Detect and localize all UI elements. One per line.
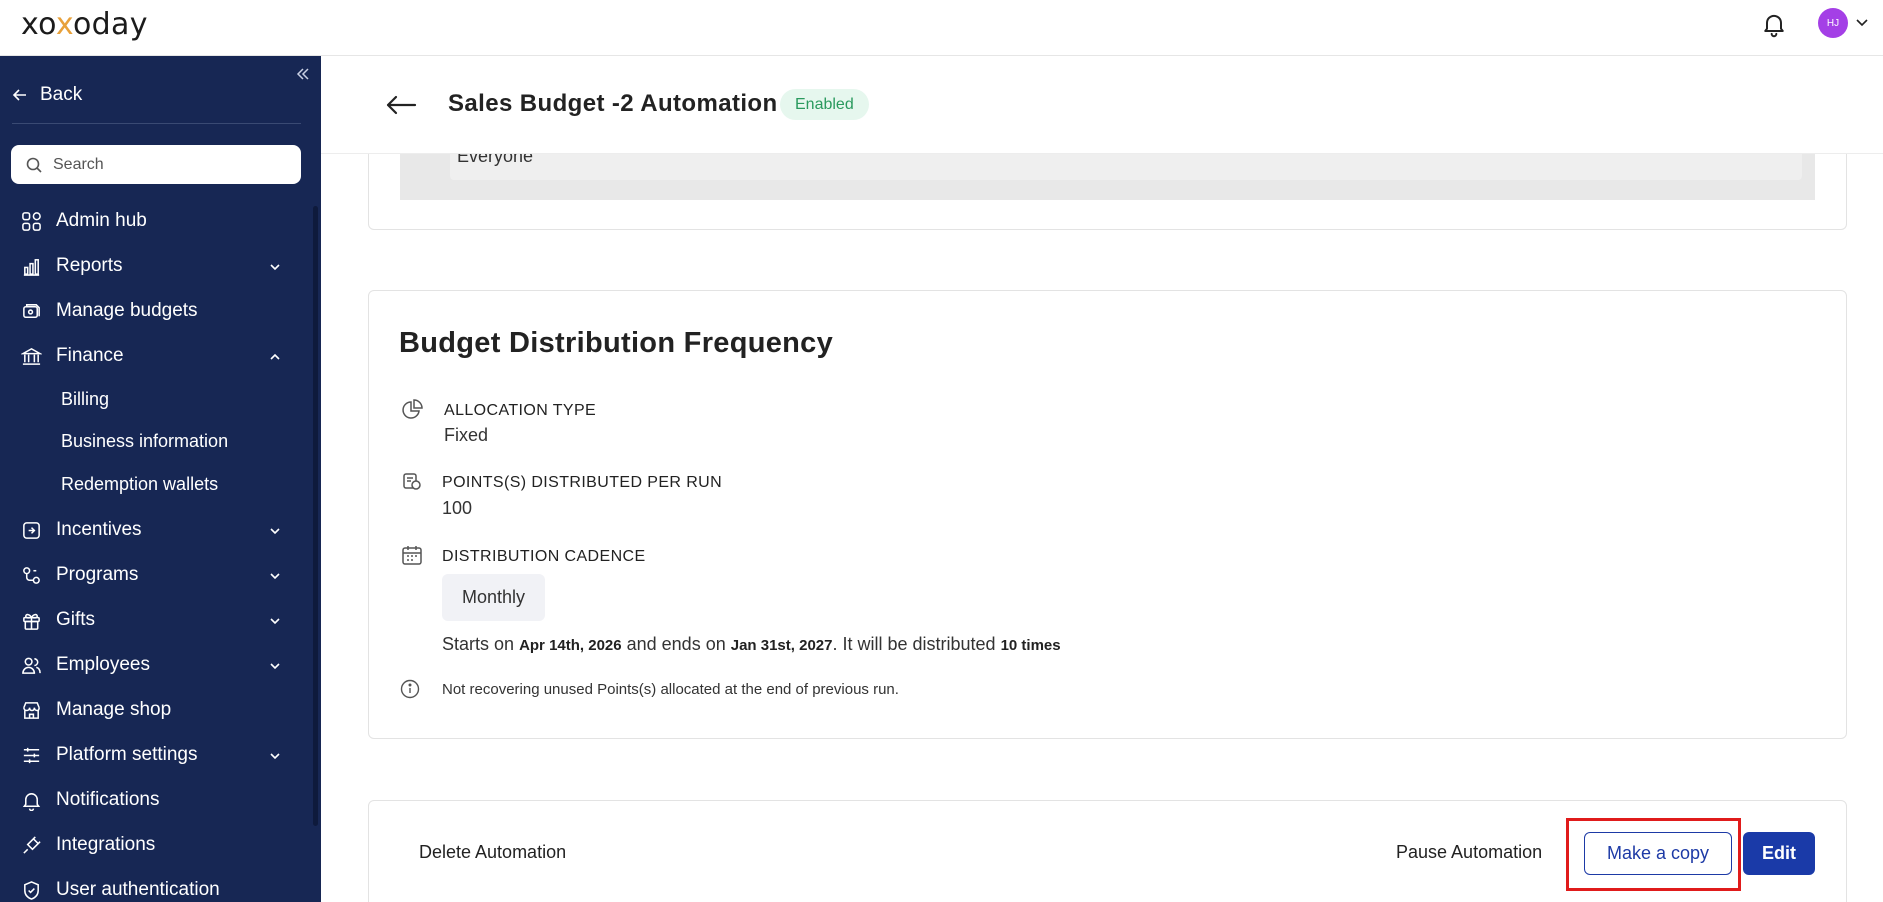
arrow-left-icon [12,89,26,101]
distribution-frequency-card: Budget Distribution Frequency ALLOCATION… [368,290,1847,739]
chevron-up-icon [270,353,280,360]
make-a-copy-button[interactable]: Make a copy [1584,832,1732,875]
sidebar-scrollbar[interactable] [313,206,318,826]
points-per-run-label: POINTS(S) DISTRIBUTED PER RUN [442,474,723,491]
sidebar-item-label: Incentives [56,519,142,540]
sidebar-item-programs[interactable]: Programs [0,555,300,595]
search-icon [26,157,42,173]
points-per-run-value: 100 [442,498,473,518]
collapse-sidebar-icon[interactable] [294,65,312,83]
notification-bell-icon[interactable] [1760,10,1788,38]
chevron-down-icon [270,528,280,535]
allocation-type-value: Fixed [444,425,489,445]
sidebar-item-platform-settings[interactable]: Platform settings [0,735,300,775]
sidebar-item-label: Programs [56,564,139,585]
chevron-down-icon[interactable] [1854,14,1870,30]
dates-suffix: . It will be distributed [832,634,996,654]
chevron-down-icon [270,618,280,625]
edit-button[interactable]: Edit [1743,832,1815,875]
end-date: Jan 31st, 2027 [730,637,833,654]
sidebar-subitem-redemption-wallets[interactable]: Redemption wallets [61,474,218,495]
sidebar-item-gifts[interactable]: Gifts [0,600,300,640]
info-icon [400,679,420,699]
sidebar-item-integrations[interactable]: Integrations [0,825,300,865]
sidebar-item-manage-budgets[interactable]: Manage budgets [0,291,300,331]
chevron-down-icon [270,264,280,271]
audience-card: Everyone [368,150,1847,230]
dates-prefix: Starts on [442,634,515,654]
sidebar-item-label: Employees [56,654,150,675]
gift-icon [23,613,40,630]
back-link[interactable]: Back [12,78,82,112]
sidebar-item-label: Gifts [56,609,96,630]
audience-value-box: Everyone [450,154,1802,180]
recovery-note: Not recovering unused Points(s) allocate… [442,681,899,698]
sidebar-item-label: Manage shop [56,699,172,720]
shield-icon [24,881,39,900]
xoxoday-logo[interactable]: xoxoday [21,7,148,42]
users-icon [22,657,41,674]
logo-x: x [55,7,74,42]
sidebar-item-label: Finance [56,345,124,366]
section-title: Budget Distribution Frequency [399,327,834,359]
sidebar-item-label: Reports [56,255,123,276]
grid-icon [22,212,41,231]
sliders-icon [23,747,40,764]
budget-icon [23,304,40,318]
back-label: Back [40,84,83,105]
sidebar-subitem-billing[interactable]: Billing [61,389,109,410]
audience-value: Everyone [457,154,534,166]
chevron-down-icon [270,573,280,580]
page-title: Sales Budget -2 Automation [448,90,778,117]
sidebar-subitem-business-information[interactable]: Business information [61,431,228,452]
logo-prefix: xo [21,7,56,42]
audience-card-body: Everyone [400,154,1815,200]
sidebar-item-label: Integrations [56,834,156,855]
start-date: Apr 14th, 2026 [519,637,622,654]
incentive-icon [23,522,40,539]
sidebar-item-notifications[interactable]: Notifications [0,780,300,820]
calendar-icon [402,546,422,565]
arrow-left-icon[interactable] [384,88,418,122]
sidebar: Back Admin hub Reports Manage budgets Fi… [0,56,321,902]
sidebar-item-label: Admin hub [56,210,147,231]
status-badge: Enabled [780,89,869,120]
bell-icon [22,793,41,811]
delete-automation-button[interactable]: Delete Automation [419,842,566,863]
plug-icon [23,836,41,854]
sidebar-item-reports[interactable]: Reports [0,246,300,286]
logo-suffix: oday [73,7,148,42]
dates-mid: and ends on [626,634,726,654]
bar-chart-icon [23,259,40,276]
cadence-chip: Monthly [442,574,546,621]
sidebar-item-label: User authentication [56,879,220,900]
programs-icon [23,567,40,584]
allocation-type-label: ALLOCATION TYPE [444,402,597,419]
distribution-times: 10 times [1000,637,1061,654]
chevron-down-icon [270,663,280,670]
chevron-down-icon [270,753,280,760]
sidebar-item-admin-hub[interactable]: Admin hub [0,201,300,241]
pie-chart-icon [402,399,423,419]
coins-icon [403,473,421,490]
pause-automation-button[interactable]: Pause Automation [1396,842,1542,863]
sidebar-item-label: Notifications [56,789,160,810]
shop-icon [23,702,40,719]
sidebar-divider [12,123,301,124]
sidebar-item-label: Platform settings [56,744,198,765]
sidebar-item-user-authentication[interactable]: User authentication [0,870,300,902]
sidebar-item-finance[interactable]: Finance [0,336,300,376]
top-bar: xoxoday HJ [0,0,1883,56]
distribution-cadence-label: DISTRIBUTION CADENCE [442,548,646,565]
sidebar-item-manage-shop[interactable]: Manage shop [0,690,300,730]
sidebar-item-employees[interactable]: Employees [0,645,300,685]
user-avatar[interactable]: HJ [1818,8,1848,38]
search-input[interactable] [53,155,283,174]
sidebar-item-incentives[interactable]: Incentives [0,510,300,550]
sidebar-search[interactable] [11,145,301,184]
bank-icon [21,347,42,365]
sidebar-item-label: Manage budgets [56,300,198,321]
schedule-summary: Starts on Apr 14th, 2026 and ends on Jan… [442,634,1061,655]
